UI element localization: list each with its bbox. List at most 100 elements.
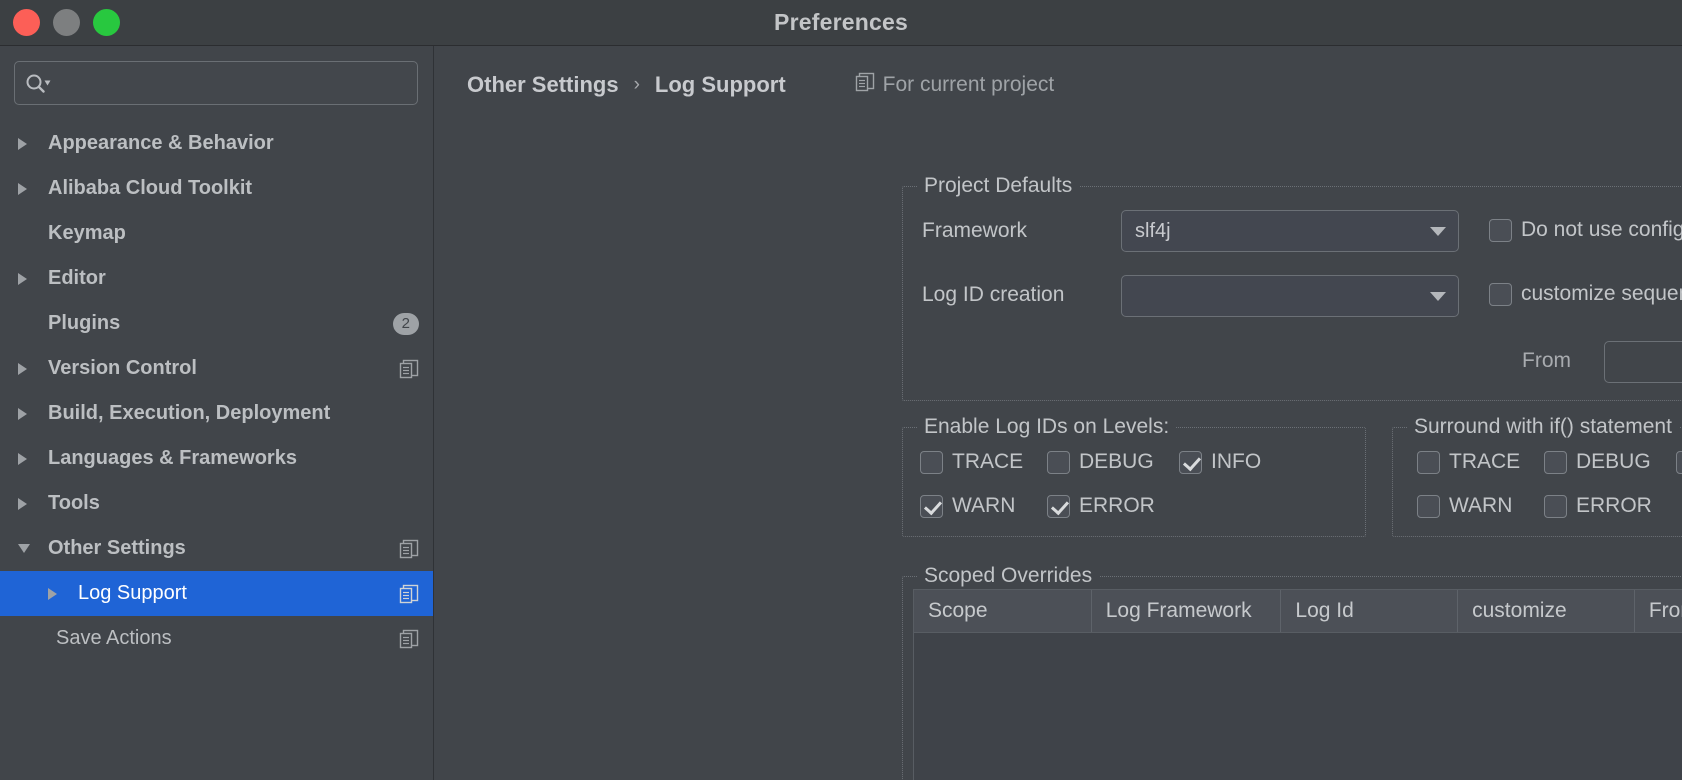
enable-debug-row[interactable]: DEBUG bbox=[1047, 450, 1154, 474]
from-spinner[interactable]: 0 bbox=[1604, 341, 1682, 383]
expand-arrow-icon[interactable] bbox=[18, 182, 40, 195]
scoped-overrides-title: Scoped Overrides bbox=[917, 564, 1100, 588]
surround-if-title: Surround with if() statement bbox=[1407, 415, 1679, 439]
sidebar-item-label: Keymap bbox=[48, 222, 126, 244]
expand-arrow-icon[interactable] bbox=[18, 452, 40, 465]
sidebar-item-label: Editor bbox=[48, 267, 106, 289]
enable-trace-label: TRACE bbox=[952, 450, 1024, 473]
column-header-scope[interactable]: Scope bbox=[914, 590, 1092, 632]
project-scope-icon bbox=[399, 539, 419, 559]
project-scope-icon bbox=[399, 629, 419, 649]
surround-warn-checkbox[interactable] bbox=[1417, 494, 1440, 518]
enable-info-row[interactable]: INFO bbox=[1179, 450, 1261, 474]
column-header-log-framework[interactable]: Log Framework bbox=[1092, 590, 1282, 632]
enable-debug-checkbox[interactable] bbox=[1047, 450, 1070, 474]
breadcrumb-parent[interactable]: Other Settings bbox=[467, 72, 619, 98]
traffic-lights bbox=[13, 9, 120, 36]
surround-error-row[interactable]: ERROR bbox=[1544, 494, 1652, 518]
sidebar-item-alibaba-cloud-toolkit[interactable]: Alibaba Cloud Toolkit bbox=[0, 166, 433, 211]
sidebar-item-label: Plugins bbox=[48, 312, 121, 334]
enable-error-checkbox[interactable] bbox=[1047, 494, 1070, 518]
enable-error-row[interactable]: ERROR bbox=[1047, 494, 1155, 518]
sidebar-item-label: Build, Execution, Deployment bbox=[48, 402, 331, 424]
expand-arrow-icon[interactable] bbox=[48, 587, 70, 600]
surround-debug-row[interactable]: DEBUG bbox=[1544, 450, 1651, 474]
expand-arrow-icon[interactable] bbox=[18, 497, 40, 510]
plugins-count-badge: 2 bbox=[392, 312, 419, 335]
sidebar-item-other-settings[interactable]: Other Settings bbox=[0, 526, 433, 571]
chevron-down-icon[interactable] bbox=[1430, 291, 1446, 301]
project-scope-icon bbox=[399, 584, 419, 604]
no-other-instances-label: Do not use configured instances of other bbox=[1521, 218, 1682, 241]
title-bar: Preferences bbox=[0, 0, 1682, 46]
enable-debug-label: DEBUG bbox=[1079, 450, 1154, 473]
surround-if-group: Surround with if() statement bbox=[1392, 415, 1682, 537]
customize-sequence-checkbox[interactable] bbox=[1489, 282, 1512, 306]
no-other-instances-checkbox-row[interactable]: Do not use configured instances of other bbox=[1489, 218, 1682, 242]
expand-arrow-icon[interactable] bbox=[18, 407, 40, 420]
search-input[interactable] bbox=[57, 74, 407, 92]
enable-trace-checkbox[interactable] bbox=[920, 450, 943, 474]
chevron-down-icon[interactable] bbox=[1430, 226, 1446, 236]
table-body[interactable] bbox=[914, 633, 1682, 780]
surround-debug-checkbox[interactable] bbox=[1544, 450, 1567, 474]
settings-sidebar: Appearance & Behavior Alibaba Cloud Tool… bbox=[0, 46, 434, 780]
for-current-project-text: For current project bbox=[882, 73, 1055, 96]
sidebar-item-save-actions[interactable]: Save Actions bbox=[0, 616, 433, 661]
customize-sequence-checkbox-row[interactable]: customize sequence bbox=[1489, 282, 1682, 306]
surround-trace-label: TRACE bbox=[1449, 450, 1521, 473]
sidebar-item-label: Languages & Frameworks bbox=[48, 447, 297, 469]
expand-arrow-icon[interactable] bbox=[18, 137, 40, 150]
framework-combobox[interactable]: slf4j bbox=[1121, 210, 1459, 252]
customize-sequence-label: customize sequence bbox=[1521, 282, 1682, 305]
surround-error-label: ERROR bbox=[1576, 494, 1652, 517]
column-header-log-id[interactable]: Log Id bbox=[1281, 590, 1459, 632]
breadcrumb-separator-icon: › bbox=[633, 74, 640, 95]
collapse-arrow-icon[interactable] bbox=[18, 544, 40, 553]
sidebar-item-version-control[interactable]: Version Control bbox=[0, 346, 433, 391]
table-header-row: Scope Log Framework Log Id customize Fro… bbox=[914, 590, 1682, 633]
surround-warn-label: WARN bbox=[1449, 494, 1513, 517]
expand-arrow-icon[interactable] bbox=[18, 362, 40, 375]
from-value[interactable]: 0 bbox=[1605, 342, 1682, 382]
surround-error-checkbox[interactable] bbox=[1544, 494, 1567, 518]
window-title: Preferences bbox=[774, 9, 908, 35]
surround-debug-label: DEBUG bbox=[1576, 450, 1651, 473]
log-id-creation-label: Log ID creation bbox=[922, 283, 1065, 306]
search-box[interactable] bbox=[14, 61, 418, 105]
enable-warn-row[interactable]: WARN bbox=[920, 494, 1015, 518]
surround-warn-row[interactable]: WARN bbox=[1417, 494, 1512, 518]
enable-trace-row[interactable]: TRACE bbox=[920, 450, 1023, 474]
sidebar-item-label: Appearance & Behavior bbox=[48, 132, 274, 154]
column-header-customize[interactable]: customize bbox=[1458, 590, 1635, 632]
sidebar-item-label: Version Control bbox=[48, 357, 197, 379]
enable-info-label: INFO bbox=[1211, 450, 1262, 473]
column-header-from[interactable]: From bbox=[1635, 590, 1682, 632]
sidebar-item-tools[interactable]: Tools bbox=[0, 481, 433, 526]
surround-info-checkbox[interactable] bbox=[1676, 450, 1682, 474]
close-button[interactable] bbox=[13, 9, 40, 36]
sidebar-item-plugins[interactable]: Plugins 2 bbox=[0, 301, 433, 346]
sidebar-item-appearance-behavior[interactable]: Appearance & Behavior bbox=[0, 121, 433, 166]
sidebar-item-editor[interactable]: Editor bbox=[0, 256, 433, 301]
sidebar-item-build-execution-deployment[interactable]: Build, Execution, Deployment bbox=[0, 391, 433, 436]
search-icon bbox=[25, 73, 51, 93]
breadcrumb: Other Settings › Log Support For current… bbox=[434, 46, 1682, 98]
expand-arrow-icon[interactable] bbox=[18, 272, 40, 285]
surround-info-row[interactable]: INFO bbox=[1676, 450, 1682, 474]
enable-warn-checkbox[interactable] bbox=[920, 494, 943, 518]
enable-log-ids-title: Enable Log IDs on Levels: bbox=[917, 415, 1177, 439]
sidebar-item-label: Tools bbox=[48, 492, 100, 514]
zoom-button[interactable] bbox=[93, 9, 120, 36]
no-other-instances-checkbox[interactable] bbox=[1489, 218, 1512, 242]
sidebar-item-languages-frameworks[interactable]: Languages & Frameworks bbox=[0, 436, 433, 481]
log-id-creation-combobox[interactable] bbox=[1121, 275, 1459, 317]
enable-info-checkbox[interactable] bbox=[1179, 450, 1202, 474]
settings-tree: Appearance & Behavior Alibaba Cloud Tool… bbox=[0, 121, 433, 661]
surround-trace-row[interactable]: TRACE bbox=[1417, 450, 1520, 474]
minimize-button[interactable] bbox=[53, 9, 80, 36]
sidebar-item-keymap[interactable]: Keymap bbox=[0, 211, 433, 256]
surround-trace-checkbox[interactable] bbox=[1417, 450, 1440, 474]
preferences-window: Preferences Appearance & Behavior Alibab… bbox=[0, 0, 1682, 780]
sidebar-item-log-support[interactable]: Log Support bbox=[0, 571, 433, 616]
